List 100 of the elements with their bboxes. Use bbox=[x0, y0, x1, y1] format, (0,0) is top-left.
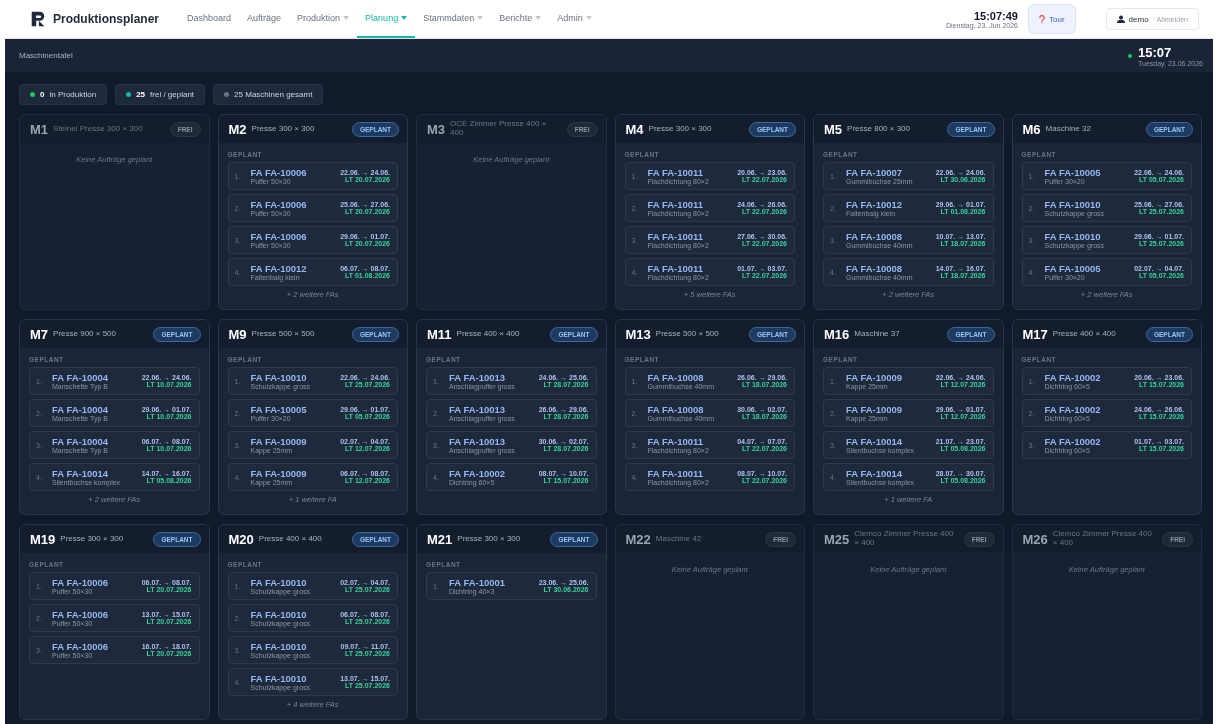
order-id: FA FA-10011 bbox=[647, 263, 705, 274]
clock-time: 15:07 bbox=[1138, 44, 1173, 60]
order-id: FA FA-10013 bbox=[449, 404, 507, 415]
nav-tab[interactable]: Admin bbox=[549, 0, 600, 38]
order-id: FA FA-10014 bbox=[52, 468, 110, 479]
nav-tab[interactable]: Stammdaten bbox=[415, 0, 492, 38]
order-id: FA FA-10010 bbox=[250, 673, 308, 684]
order-id: FA FA-10011 bbox=[647, 468, 705, 479]
machine-id: M21 bbox=[427, 531, 453, 547]
machine-id: M1 bbox=[30, 121, 49, 137]
machine-name: OCE Zimmer Presse 400 × 400 bbox=[450, 120, 548, 138]
machine-name: Maschine 32 bbox=[1045, 124, 1092, 134]
order-id: FA FA-10010 bbox=[250, 372, 308, 383]
order-id: FA FA-10005 bbox=[250, 404, 308, 415]
order-id: FA FA-10010 bbox=[250, 609, 308, 620]
order-id: FA FA-10011 bbox=[647, 231, 705, 242]
machine-id: M13 bbox=[625, 326, 651, 342]
machine-id: M9 bbox=[228, 326, 247, 342]
order-id: FA FA-10009 bbox=[846, 404, 904, 415]
order-id: FA FA-10013 bbox=[449, 436, 507, 447]
machine-id: M2 bbox=[228, 121, 247, 137]
order-id: FA FA-10009 bbox=[846, 372, 904, 383]
logo-icon bbox=[29, 10, 47, 28]
machine-id: M16 bbox=[824, 326, 850, 342]
nav-tab[interactable]: Produktion bbox=[289, 0, 358, 38]
order-id: FA FA-10010 bbox=[1044, 199, 1102, 210]
order-id: FA FA-10004 bbox=[52, 372, 110, 383]
machine-id: M5 bbox=[824, 121, 843, 137]
order-id: FA FA-10010 bbox=[250, 577, 308, 588]
order-id: FA FA-10010 bbox=[250, 641, 308, 652]
machine-name: Presse 400 × 400 bbox=[456, 329, 521, 339]
order-id: FA FA-10007 bbox=[846, 167, 904, 178]
order-id: FA FA-10008 bbox=[647, 404, 705, 415]
order-id: FA FA-10009 bbox=[250, 468, 308, 479]
order-id: FA FA-10006 bbox=[250, 231, 308, 242]
machine-name: Clemco Zimmer Presse 400 × 400 bbox=[1052, 530, 1153, 548]
order-id: FA FA-10008 bbox=[647, 372, 705, 383]
nav-tab[interactable]: Aufträge bbox=[239, 0, 290, 38]
machine-name: Presse 500 × 500 bbox=[251, 329, 316, 339]
machine-name: Presse 900 × 500 bbox=[53, 329, 117, 339]
machine-id: M3 bbox=[427, 121, 446, 137]
order-id: FA FA-10005 bbox=[1044, 167, 1102, 178]
machine-name: Presse 400 × 400 bbox=[258, 534, 323, 544]
order-id: FA FA-10002 bbox=[1044, 436, 1102, 447]
machine-name: Maschine 42 bbox=[655, 534, 703, 544]
order-id: FA FA-10014 bbox=[846, 436, 904, 447]
machine-id: M17 bbox=[1022, 326, 1048, 342]
machine-id: M11 bbox=[427, 326, 452, 342]
machine-id: M25 bbox=[824, 531, 850, 547]
order-id: FA FA-10011 bbox=[647, 199, 705, 210]
machine-name: Presse 300 × 300 bbox=[457, 534, 522, 544]
order-id: FA FA-10002 bbox=[1044, 372, 1102, 383]
nav-tab[interactable]: Dashboard bbox=[179, 0, 240, 38]
machine-name: Presse 300 × 300 bbox=[60, 534, 125, 544]
order-id: FA FA-10008 bbox=[846, 263, 904, 274]
order-id: FA FA-10001 bbox=[449, 577, 507, 588]
order-id: FA FA-10006 bbox=[52, 609, 110, 620]
order-id: FA FA-10011 bbox=[647, 167, 705, 178]
order-id: FA FA-10006 bbox=[250, 199, 308, 210]
stat-label: in Produktion bbox=[49, 90, 97, 99]
machine-id: M20 bbox=[228, 531, 254, 547]
order-id: FA FA-10013 bbox=[449, 372, 507, 383]
machine-name: Maschine 37 bbox=[854, 329, 901, 339]
order-id: FA FA-10012 bbox=[250, 263, 308, 274]
person-icon bbox=[1116, 15, 1125, 23]
stat-value: 25 bbox=[136, 90, 146, 99]
order-id: FA FA-10006 bbox=[250, 167, 308, 178]
order-id: FA FA-10004 bbox=[52, 404, 110, 415]
order-id: FA FA-10009 bbox=[250, 436, 308, 447]
stat-label: frei / geplant bbox=[150, 90, 195, 99]
order-id: FA FA-10006 bbox=[52, 577, 110, 588]
question-icon bbox=[1039, 14, 1045, 24]
clock-time: 15:07:49 bbox=[973, 9, 1018, 22]
machine-id: M19 bbox=[30, 531, 56, 547]
order-id: FA FA-10012 bbox=[846, 199, 904, 210]
machine-id: M4 bbox=[625, 121, 644, 137]
order-id: FA FA-10006 bbox=[52, 641, 110, 652]
tour-button[interactable]: Tour bbox=[1028, 4, 1076, 34]
machine-name: Presse 300 × 300 bbox=[648, 124, 713, 134]
order-id: FA FA-10002 bbox=[1044, 404, 1102, 415]
machine-name: Presse 300 × 300 bbox=[251, 124, 316, 134]
stat-label: 25 Maschinen gesamt bbox=[234, 90, 313, 99]
order-id: FA FA-10004 bbox=[52, 436, 110, 447]
order-id: FA FA-10011 bbox=[647, 436, 705, 447]
machine-name: Presse 400 × 400 bbox=[1052, 329, 1117, 339]
page-title: Maschinentafel bbox=[19, 51, 73, 60]
nav-tab[interactable]: Berichte bbox=[491, 0, 550, 38]
order-id: FA FA-10005 bbox=[1044, 263, 1102, 274]
order-id: FA FA-10002 bbox=[449, 468, 507, 479]
machine-id: M22 bbox=[625, 531, 651, 547]
order-id: FA FA-10014 bbox=[846, 468, 904, 479]
status-dot bbox=[1128, 53, 1132, 58]
machine-id: M6 bbox=[1022, 121, 1041, 137]
machine-name: Presse 800 × 300 bbox=[847, 124, 911, 134]
machine-name: Clemco Zimmer Presse 400 × 400 bbox=[854, 530, 955, 548]
machine-name: Steinel Presse 300 × 300 bbox=[53, 124, 144, 134]
stat-value: 0 bbox=[40, 90, 45, 99]
machine-id: M26 bbox=[1022, 531, 1048, 547]
order-id: FA FA-10008 bbox=[846, 231, 904, 242]
app-name: Produktionsplaner bbox=[53, 12, 159, 26]
